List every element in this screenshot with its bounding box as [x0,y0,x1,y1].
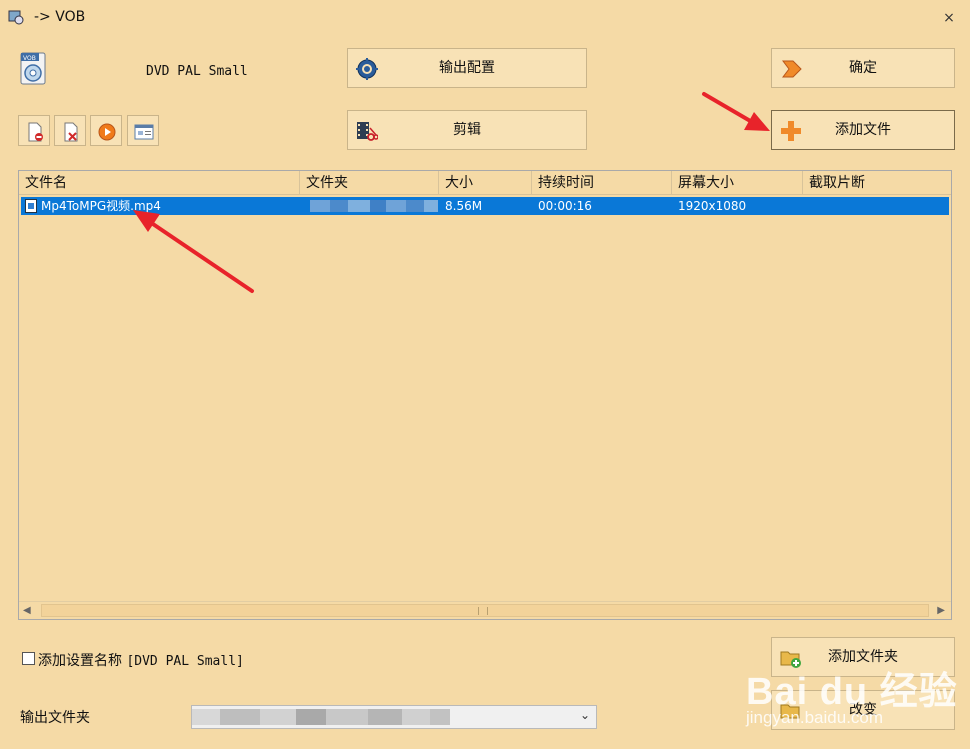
add-setting-name-text: 添加设置名称 [38,653,122,669]
title-bar: -> VOB × [0,0,970,36]
scrollbar-thumb[interactable] [41,604,929,617]
scroll-right-icon[interactable]: ▶ [937,605,945,616]
watermark-url: jingyan.baidu.com [746,708,884,727]
add-setting-name-label: 添加设置名称 [DVD PAL Small] [38,650,244,670]
edit-button[interactable]: 剪辑 [347,110,587,150]
clear-list-button[interactable] [54,115,86,146]
add-file-button[interactable]: 添加文件 [771,110,955,150]
output-folder-label: 输出文件夹 [20,710,90,726]
vob-format-icon: VOB [20,52,48,86]
cell-screen-size: 1920x1080 [678,199,747,213]
vob-badge-text: VOB [23,55,36,62]
add-setting-name-checkbox[interactable] [22,652,35,665]
ok-label: 确定 [849,60,877,76]
close-button[interactable]: × [936,6,962,30]
edit-label: 剪辑 [453,122,481,138]
media-info-button[interactable] [127,115,159,146]
output-config-button[interactable]: 输出配置 [347,48,587,88]
scrollbar-grip [478,607,488,615]
watermark-main: Bai du 经验 [746,671,958,713]
ok-button[interactable]: 确定 [771,48,955,88]
column-header-size[interactable]: 大小 [439,171,532,195]
column-header-clip[interactable]: 截取片断 [803,171,951,195]
column-header-folder[interactable]: 文件夹 [300,171,439,195]
column-header-duration[interactable]: 持续时间 [532,171,672,195]
file-list[interactable]: 文件名 文件夹 大小 持续时间 屏幕大小 截取片断 Mp4ToMPG视频.mp4… [18,170,952,620]
window-title: -> VOB [34,9,86,25]
cell-duration: 00:00:16 [538,199,592,213]
baidu-watermark: Bai du 经验 jingyan.baidu.com [738,646,970,746]
play-button[interactable] [90,115,122,146]
cell-folder-redacted [300,197,440,215]
add-file-label: 添加文件 [835,122,891,138]
profile-name: DVD PAL Small [146,64,248,79]
arrow-to-add-file [702,92,770,131]
cell-file-name: Mp4ToMPG视频.mp4 [41,199,161,213]
list-row[interactable]: Mp4ToMPG视频.mp4 8.56M 00:00:16 1920x1080 [21,197,949,215]
remove-icon [28,122,43,142]
output-config-label: 输出配置 [439,60,495,76]
chevron-down-icon[interactable]: ⌄ [580,708,590,722]
cell-size: 8.56M [445,199,483,213]
remove-file-button[interactable] [18,115,50,146]
add-setting-name-profile: [DVD PAL Small] [126,654,244,669]
video-file-icon [25,199,37,213]
column-header-file-name[interactable]: 文件名 [19,171,300,195]
list-header: 文件名 文件夹 大小 持续时间 屏幕大小 截取片断 [19,171,951,195]
column-header-screen-size[interactable]: 屏幕大小 [672,171,803,195]
clear-icon [64,122,78,142]
scroll-left-icon[interactable]: ◀ [23,605,31,616]
horizontal-scrollbar[interactable]: ◀ ▶ [19,601,951,619]
play-icon [98,123,116,141]
output-folder-select[interactable]: ⌄ [191,705,597,729]
app-icon [8,9,24,25]
info-icon [134,124,154,140]
